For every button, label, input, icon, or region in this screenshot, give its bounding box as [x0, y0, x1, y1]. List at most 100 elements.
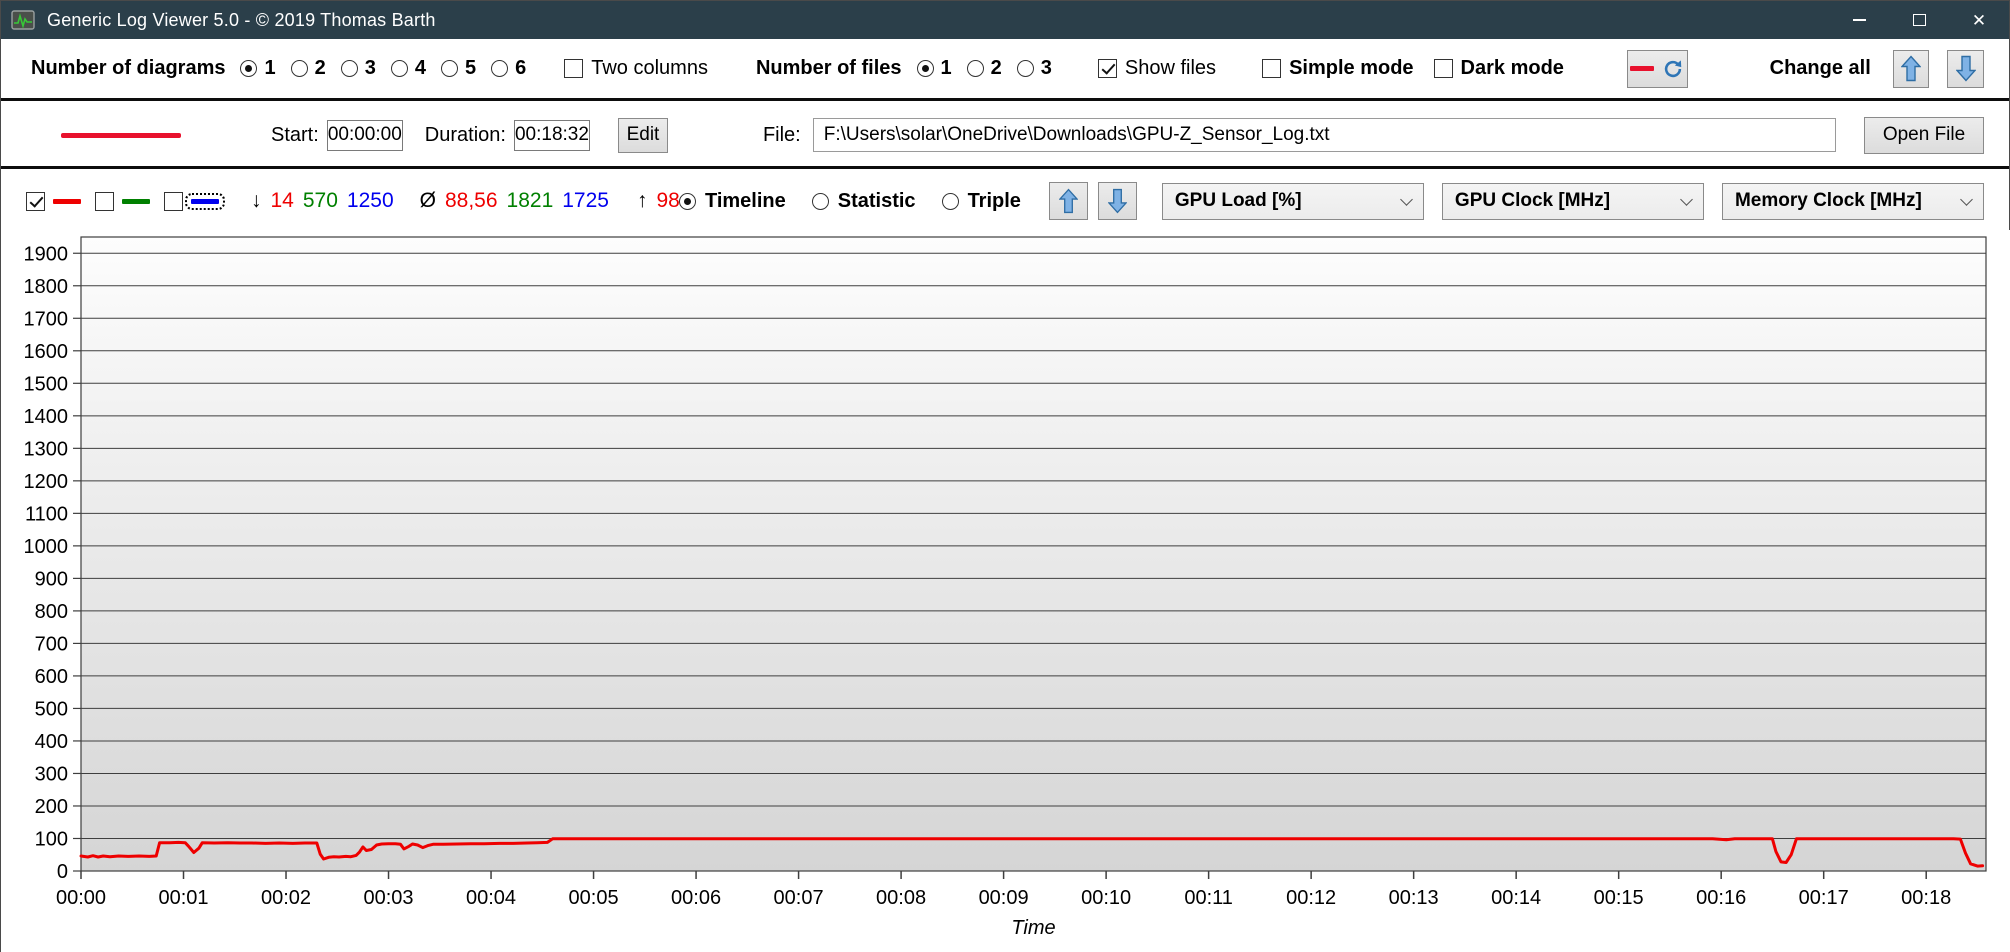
files-radio-3-label: 3	[1041, 57, 1052, 80]
svg-text:1800: 1800	[24, 276, 69, 298]
app-icon	[11, 8, 35, 32]
svg-text:600: 600	[35, 666, 68, 688]
metric-select-3[interactable]: Memory Clock [MHz]	[1722, 183, 1984, 220]
svg-text:00:11: 00:11	[1184, 887, 1233, 909]
diagrams-radio-6[interactable]	[491, 60, 508, 77]
simple-mode-checkbox[interactable]	[1262, 59, 1281, 78]
app-window: Generic Log Viewer 5.0 - © 2019 Thomas B…	[0, 0, 2010, 952]
titlebar: Generic Log Viewer 5.0 - © 2019 Thomas B…	[1, 1, 2009, 39]
metric-select-1[interactable]: GPU Load [%]	[1162, 183, 1424, 220]
metric-select-3-value: Memory Clock [MHz]	[1735, 190, 1922, 212]
timeline-chart[interactable]: 0100200300400500600700800900100011001200…	[1, 230, 2010, 952]
minimize-button[interactable]	[1829, 1, 1889, 39]
svg-text:00:03: 00:03	[364, 887, 414, 909]
diagram-move-up-button[interactable]	[1049, 182, 1088, 220]
change-all-up-button[interactable]	[1893, 50, 1930, 88]
number-of-files-label: Number of files	[756, 57, 902, 80]
reset-line-color-button[interactable]	[1627, 50, 1688, 88]
show-files-label: Show files	[1125, 57, 1216, 80]
svg-text:1700: 1700	[24, 308, 69, 330]
files-radio-1[interactable]	[917, 60, 934, 77]
duration-input[interactable]	[514, 120, 590, 151]
metric-select-2[interactable]: GPU Clock [MHz]	[1442, 183, 1704, 220]
file-path-input[interactable]	[813, 118, 1836, 152]
files-radio-2[interactable]	[967, 60, 984, 77]
refresh-icon	[1662, 58, 1684, 80]
triple-radio[interactable]	[942, 193, 959, 210]
diagrams-radio-4[interactable]	[391, 60, 408, 77]
min-icon: ↓	[251, 189, 262, 213]
show-files-checkbox[interactable]	[1098, 59, 1117, 78]
window-title: Generic Log Viewer 5.0 - © 2019 Thomas B…	[47, 10, 436, 31]
svg-text:00:14: 00:14	[1491, 887, 1541, 909]
svg-text:1400: 1400	[24, 406, 69, 428]
svg-text:1500: 1500	[24, 373, 69, 395]
svg-text:900: 900	[35, 568, 68, 590]
series3-line-swatch	[191, 199, 219, 204]
chevron-down-icon	[1960, 193, 1973, 206]
svg-text:00:16: 00:16	[1696, 887, 1746, 909]
series1-line-swatch	[53, 199, 81, 204]
maximize-button[interactable]	[1889, 1, 1949, 39]
svg-text:400: 400	[35, 731, 68, 753]
diagrams-radio-3-label: 3	[365, 57, 376, 80]
svg-text:800: 800	[35, 601, 68, 623]
series3-checkbox[interactable]	[164, 192, 183, 211]
file-label: File:	[763, 124, 801, 147]
avg-value-1: 88,56	[445, 189, 498, 213]
simple-mode-label: Simple mode	[1289, 57, 1413, 80]
svg-text:00:17: 00:17	[1799, 887, 1849, 909]
statistic-radio[interactable]	[812, 193, 829, 210]
change-all-down-button[interactable]	[1947, 50, 1984, 88]
files-radio-3[interactable]	[1017, 60, 1034, 77]
chevron-down-icon	[1680, 193, 1693, 206]
minimize-icon	[1853, 19, 1866, 21]
two-columns-label: Two columns	[591, 57, 708, 80]
diagrams-radio-3[interactable]	[341, 60, 358, 77]
two-columns-checkbox[interactable]	[564, 59, 583, 78]
start-time-input[interactable]	[327, 120, 403, 151]
maximize-icon	[1913, 14, 1926, 26]
file-line-sample	[61, 133, 181, 138]
dark-mode-label: Dark mode	[1461, 57, 1564, 80]
svg-text:00:06: 00:06	[671, 887, 721, 909]
series2-line-swatch	[122, 199, 150, 204]
up-arrow-icon	[1901, 55, 1921, 82]
close-button[interactable]: ✕	[1949, 1, 2009, 39]
avg-value-2: 1821	[507, 189, 554, 213]
files-radio-2-label: 2	[991, 57, 1002, 80]
svg-text:Time: Time	[1011, 917, 1055, 939]
number-of-diagrams-label: Number of diagrams	[31, 57, 225, 80]
open-file-button[interactable]: Open File	[1864, 117, 1984, 154]
down-arrow-icon	[1108, 188, 1127, 214]
chevron-down-icon	[1400, 193, 1413, 206]
min-stats: ↓ 14 570 1250	[251, 189, 394, 213]
red-line-icon	[1630, 66, 1654, 71]
avg-stats: Ø 88,56 1821 1725	[420, 189, 609, 213]
average-icon: Ø	[420, 189, 436, 213]
svg-text:00:08: 00:08	[876, 887, 926, 909]
metric-select-1-value: GPU Load [%]	[1175, 190, 1302, 212]
max-stats: ↑ 98	[637, 189, 685, 213]
up-arrow-icon	[1059, 188, 1078, 214]
svg-text:00:18: 00:18	[1901, 887, 1951, 909]
diagrams-radio-6-label: 6	[515, 57, 526, 80]
svg-text:1200: 1200	[24, 471, 69, 493]
timeline-radio[interactable]	[679, 193, 696, 210]
start-label: Start:	[271, 124, 319, 147]
diagrams-radio-2-label: 2	[315, 57, 326, 80]
svg-text:00:09: 00:09	[979, 887, 1029, 909]
dark-mode-checkbox[interactable]	[1434, 59, 1453, 78]
series2-checkbox[interactable]	[95, 192, 114, 211]
svg-text:00:04: 00:04	[466, 887, 516, 909]
diagram-move-down-button[interactable]	[1098, 182, 1137, 220]
diagrams-radio-1[interactable]	[240, 60, 257, 77]
min-value-1: 14	[271, 189, 294, 213]
edit-button[interactable]: Edit	[618, 118, 668, 153]
series1-checkbox[interactable]	[26, 192, 45, 211]
svg-text:500: 500	[35, 698, 68, 720]
svg-text:00:02: 00:02	[261, 887, 311, 909]
diagrams-radio-5[interactable]	[441, 60, 458, 77]
diagrams-radio-4-label: 4	[415, 57, 426, 80]
diagrams-radio-2[interactable]	[291, 60, 308, 77]
